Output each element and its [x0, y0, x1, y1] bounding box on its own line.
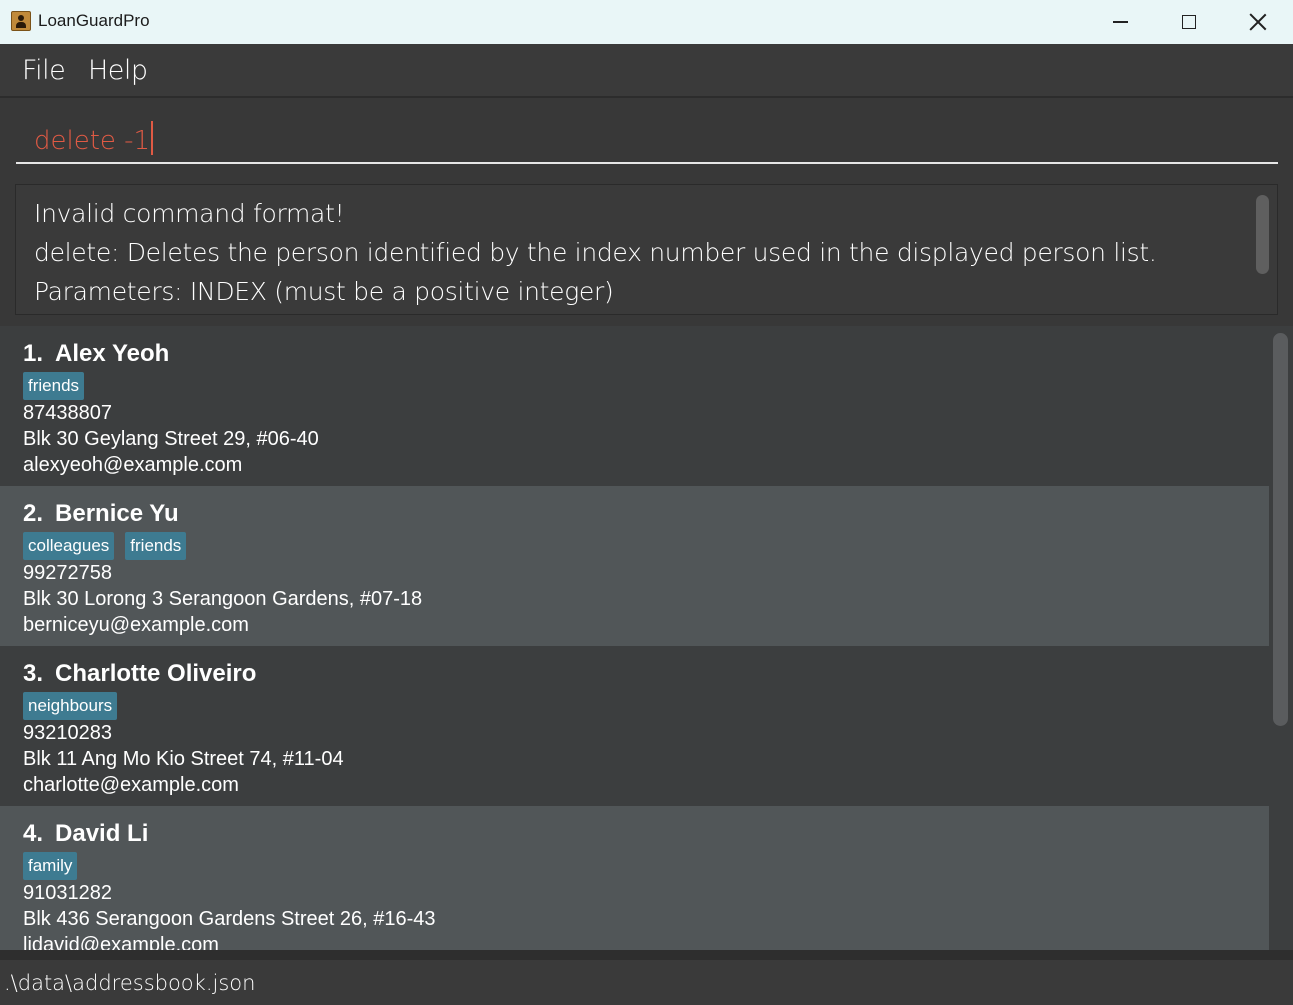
result-display: Invalid command format! delete: Deletes … [0, 176, 1293, 326]
result-line-1: Invalid command format! [34, 199, 345, 228]
person-phone: 87438807 [23, 402, 112, 424]
result-line-2: delete: Deletes the person identified by… [34, 238, 1157, 267]
command-text: delete -1 [34, 121, 154, 156]
person-tags: neighbours [23, 692, 118, 720]
command-box: delete -1 [0, 98, 1293, 176]
tag-badge: neighbours [23, 692, 118, 720]
minimize-button[interactable] [1085, 0, 1155, 44]
maximize-button[interactable] [1154, 0, 1224, 44]
tag-badge: family [23, 852, 78, 880]
tag-badge: friends [23, 372, 85, 400]
person-name-row: 1. Alex Yeoh [23, 340, 169, 368]
person-email: lidavid@example.com [23, 934, 219, 950]
person-name: Alex Yeoh [55, 340, 170, 367]
person-phone: 91031282 [23, 882, 112, 904]
person-address: Blk 436 Serangoon Gardens Street 26, #16… [23, 908, 436, 930]
status-divider [0, 950, 1293, 960]
minimize-icon [1112, 21, 1128, 23]
text-caret [151, 121, 154, 155]
window-title: LoanGuardPro [38, 11, 150, 30]
menu-bar: File Help [0, 44, 1293, 98]
person-email: charlotte@example.com [23, 774, 239, 796]
person-name-row: 3. Charlotte Oliveiro [23, 660, 256, 688]
person-email: alexyeoh@example.com [23, 454, 243, 476]
person-address: Blk 11 Ang Mo Kio Street 74, #11-04 [23, 748, 344, 770]
person-phone: 93210283 [23, 722, 112, 744]
status-bar: .\data\addressbook.json [0, 960, 1293, 1005]
result-text-area[interactable]: Invalid command format! delete: Deletes … [15, 184, 1278, 315]
person-name: Charlotte Oliveiro [55, 660, 257, 687]
person-index: 2. [23, 500, 44, 527]
person-index: 3. [23, 660, 44, 687]
person-card[interactable]: 4. David Li family 91031282 Blk 436 Seran… [0, 806, 1269, 950]
person-name-row: 2. Bernice Yu [23, 500, 179, 528]
command-input[interactable]: delete -1 [16, 108, 1278, 164]
person-index: 1. [23, 340, 44, 367]
person-address: Blk 30 Geylang Street 29, #06-40 [23, 428, 319, 450]
close-button[interactable] [1223, 0, 1293, 44]
close-icon [1249, 13, 1267, 31]
tag-badge: colleagues [23, 532, 115, 560]
person-card[interactable]: 1. Alex Yeoh friends 87438807 Blk 30 Geyl… [0, 326, 1269, 486]
person-card[interactable]: 3. Charlotte Oliveiro neighbours 93210283… [0, 646, 1269, 806]
maximize-icon [1182, 15, 1196, 29]
person-tags: family [23, 852, 78, 880]
person-address: Blk 30 Lorong 3 Serangoon Gardens, #07-1… [23, 588, 423, 610]
person-email: berniceyu@example.com [23, 614, 249, 636]
contact-book-icon [11, 11, 31, 31]
save-location: .\data\addressbook.json [4, 971, 256, 995]
tag-badge: friends [125, 532, 187, 560]
menu-help[interactable]: Help [88, 55, 148, 86]
command-value: delete -1 [34, 126, 151, 156]
person-name: David Li [55, 820, 149, 847]
person-name-row: 4. David Li [23, 820, 148, 848]
menu-file[interactable]: File [22, 55, 66, 86]
person-tags: friends [23, 372, 85, 400]
result-scrollbar-thumb[interactable] [1256, 195, 1269, 274]
person-tags: colleagues friends [23, 532, 187, 560]
person-name: Bernice Yu [55, 500, 179, 527]
title-bar: LoanGuardPro [0, 0, 1293, 44]
list-scrollbar-thumb[interactable] [1273, 333, 1288, 726]
person-list[interactable]: 1. Alex Yeoh friends 87438807 Blk 30 Geyl… [0, 326, 1293, 950]
result-line-3: Parameters: INDEX (must be a positive in… [34, 277, 614, 306]
person-phone: 99272758 [23, 562, 112, 584]
person-index: 4. [23, 820, 44, 847]
person-card[interactable]: 2. Bernice Yu colleagues friends 99272758… [0, 486, 1269, 646]
